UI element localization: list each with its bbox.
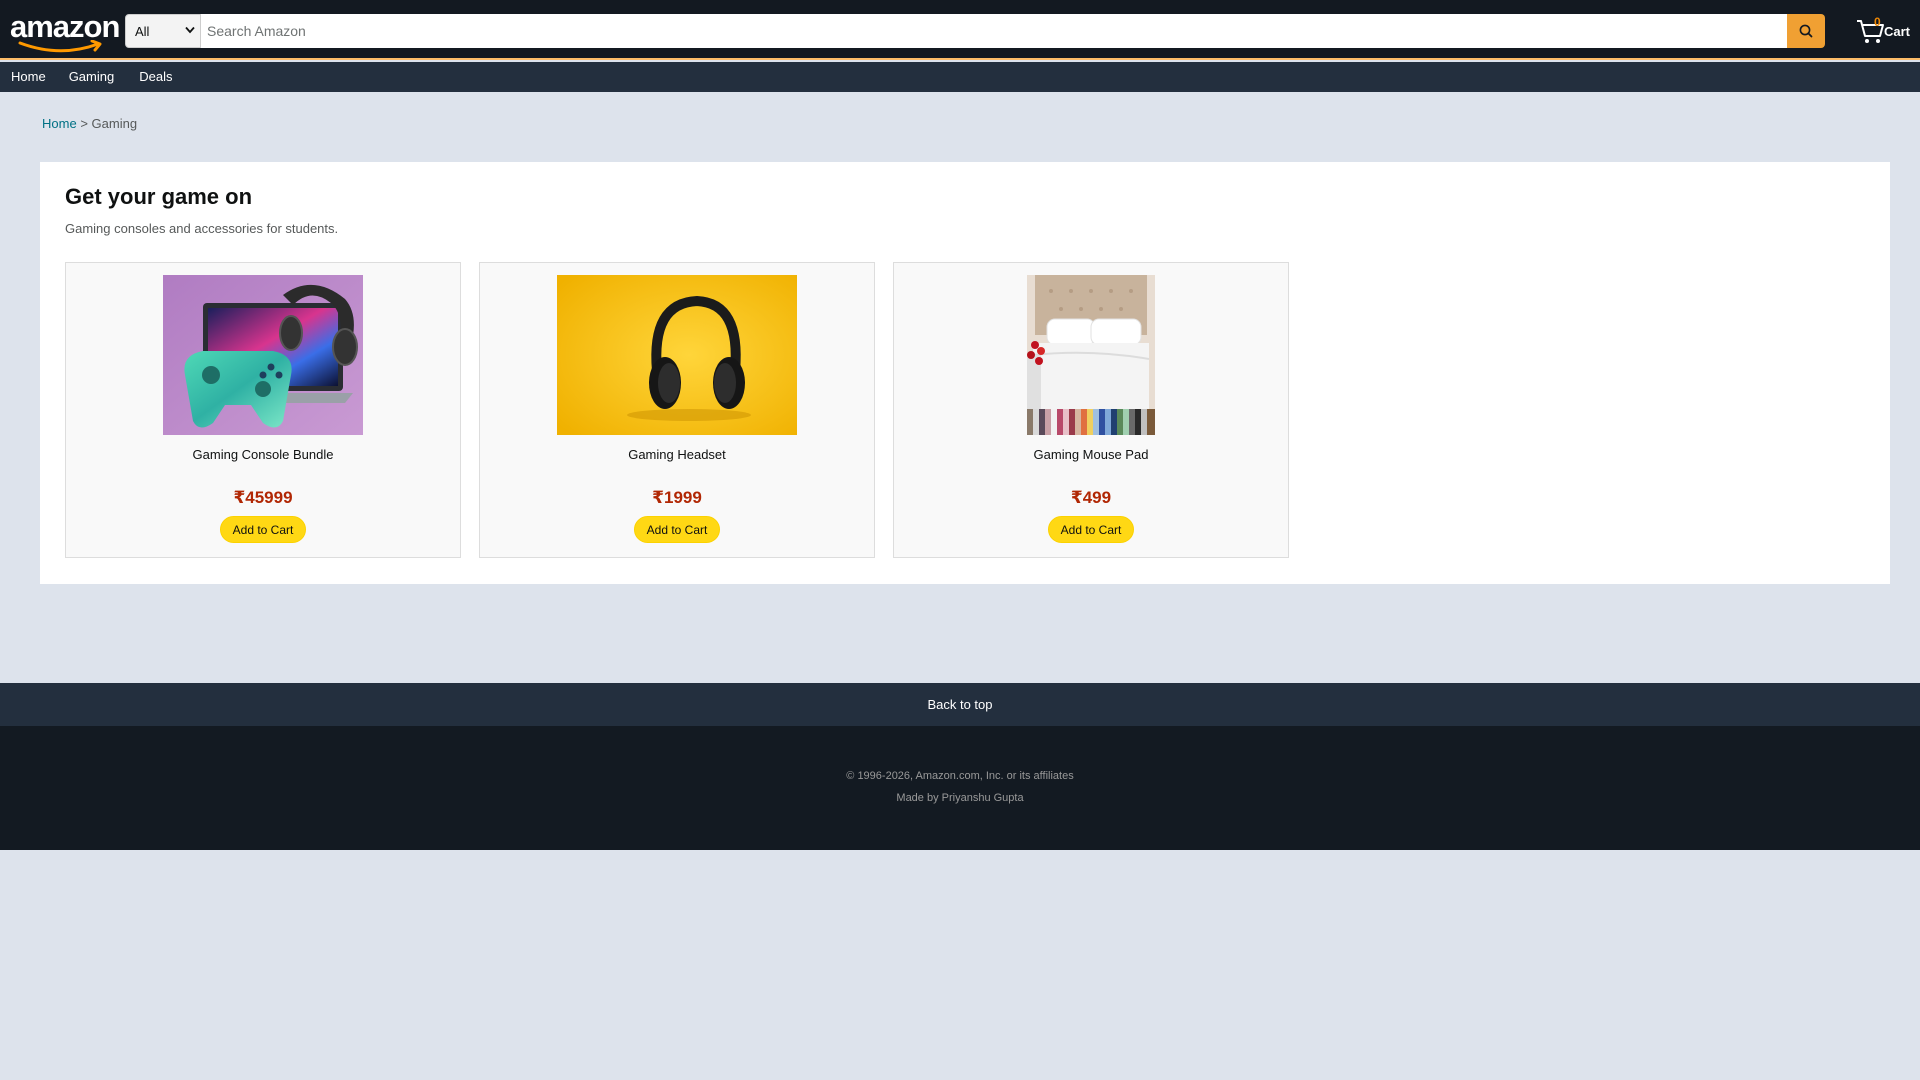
nav-bar: Home Gaming Deals [0,62,1920,92]
cart-label: Cart [1884,24,1911,39]
product-price: ₹1999 [652,488,702,507]
smile-arrow-icon [18,40,102,53]
product-card[interactable]: Gaming Headset ₹1999 Add to Cart [479,262,875,558]
product-price: ₹45999 [233,488,293,507]
copyright-text: © 1996-2026, Amazon.com, Inc. or its aff… [846,770,1074,782]
product-image-wrap [66,275,460,435]
page-title: Get your game on [65,184,253,209]
breadcrumb-home-link[interactable]: Home [42,116,77,131]
search-category-select[interactable]: All [125,14,201,48]
product-card[interactable]: Gaming Console Bundle ₹45999 Add to Cart [65,262,461,558]
breadcrumb-current: Gaming [91,116,138,131]
back-to-top-button[interactable]: Back to top [0,683,1920,726]
search-icon [1799,24,1813,38]
search-bar: All [125,14,1825,48]
nav-item-home[interactable]: Home [0,62,58,92]
product-name[interactable]: Gaming Mouse Pad [894,447,1288,462]
product-price: ₹499 [1070,488,1112,507]
product-card[interactable]: Gaming Mouse Pad ₹499 Add to Cart [893,262,1289,558]
amazon-logo[interactable]: amazon [10,9,120,54]
nav-item-deals[interactable]: Deals [126,62,184,92]
cart-button[interactable]: 0 Cart [1856,14,1916,48]
add-to-cart-button[interactable]: Add to Cart [634,516,720,543]
add-to-cart-button[interactable]: Add to Cart [1048,516,1134,543]
search-category-value: All [135,24,150,39]
breadcrumb-separator: > [80,116,88,131]
logo-text: amazon [10,9,120,44]
category-panel: Get your game on Gaming consoles and acc… [40,162,1890,584]
console-bundle-image[interactable] [163,275,363,435]
top-header: amazon All 0 Cart [0,0,1920,60]
made-by-text: Made by Priyanshu Gupta [896,792,1024,804]
nav-item-gaming[interactable]: Gaming [58,62,127,92]
add-to-cart-button[interactable]: Add to Cart [220,516,306,543]
search-input[interactable] [201,14,1787,48]
product-image-wrap [480,275,874,435]
breadcrumb: Home > Gaming [42,116,137,131]
search-button[interactable] [1787,14,1825,48]
page-subtitle: Gaming consoles and accessories for stud… [65,221,339,236]
cart-icon [1857,20,1884,43]
cart-count: 0 [1874,15,1881,29]
chevron-down-icon [185,26,195,34]
product-name[interactable]: Gaming Headset [480,447,874,462]
bedding-image[interactable] [1027,275,1155,435]
headset-image[interactable] [557,275,797,435]
footer: © 1996-2026, Amazon.com, Inc. or its aff… [0,726,1920,850]
product-name[interactable]: Gaming Console Bundle [66,447,460,462]
product-image-wrap [894,275,1288,435]
